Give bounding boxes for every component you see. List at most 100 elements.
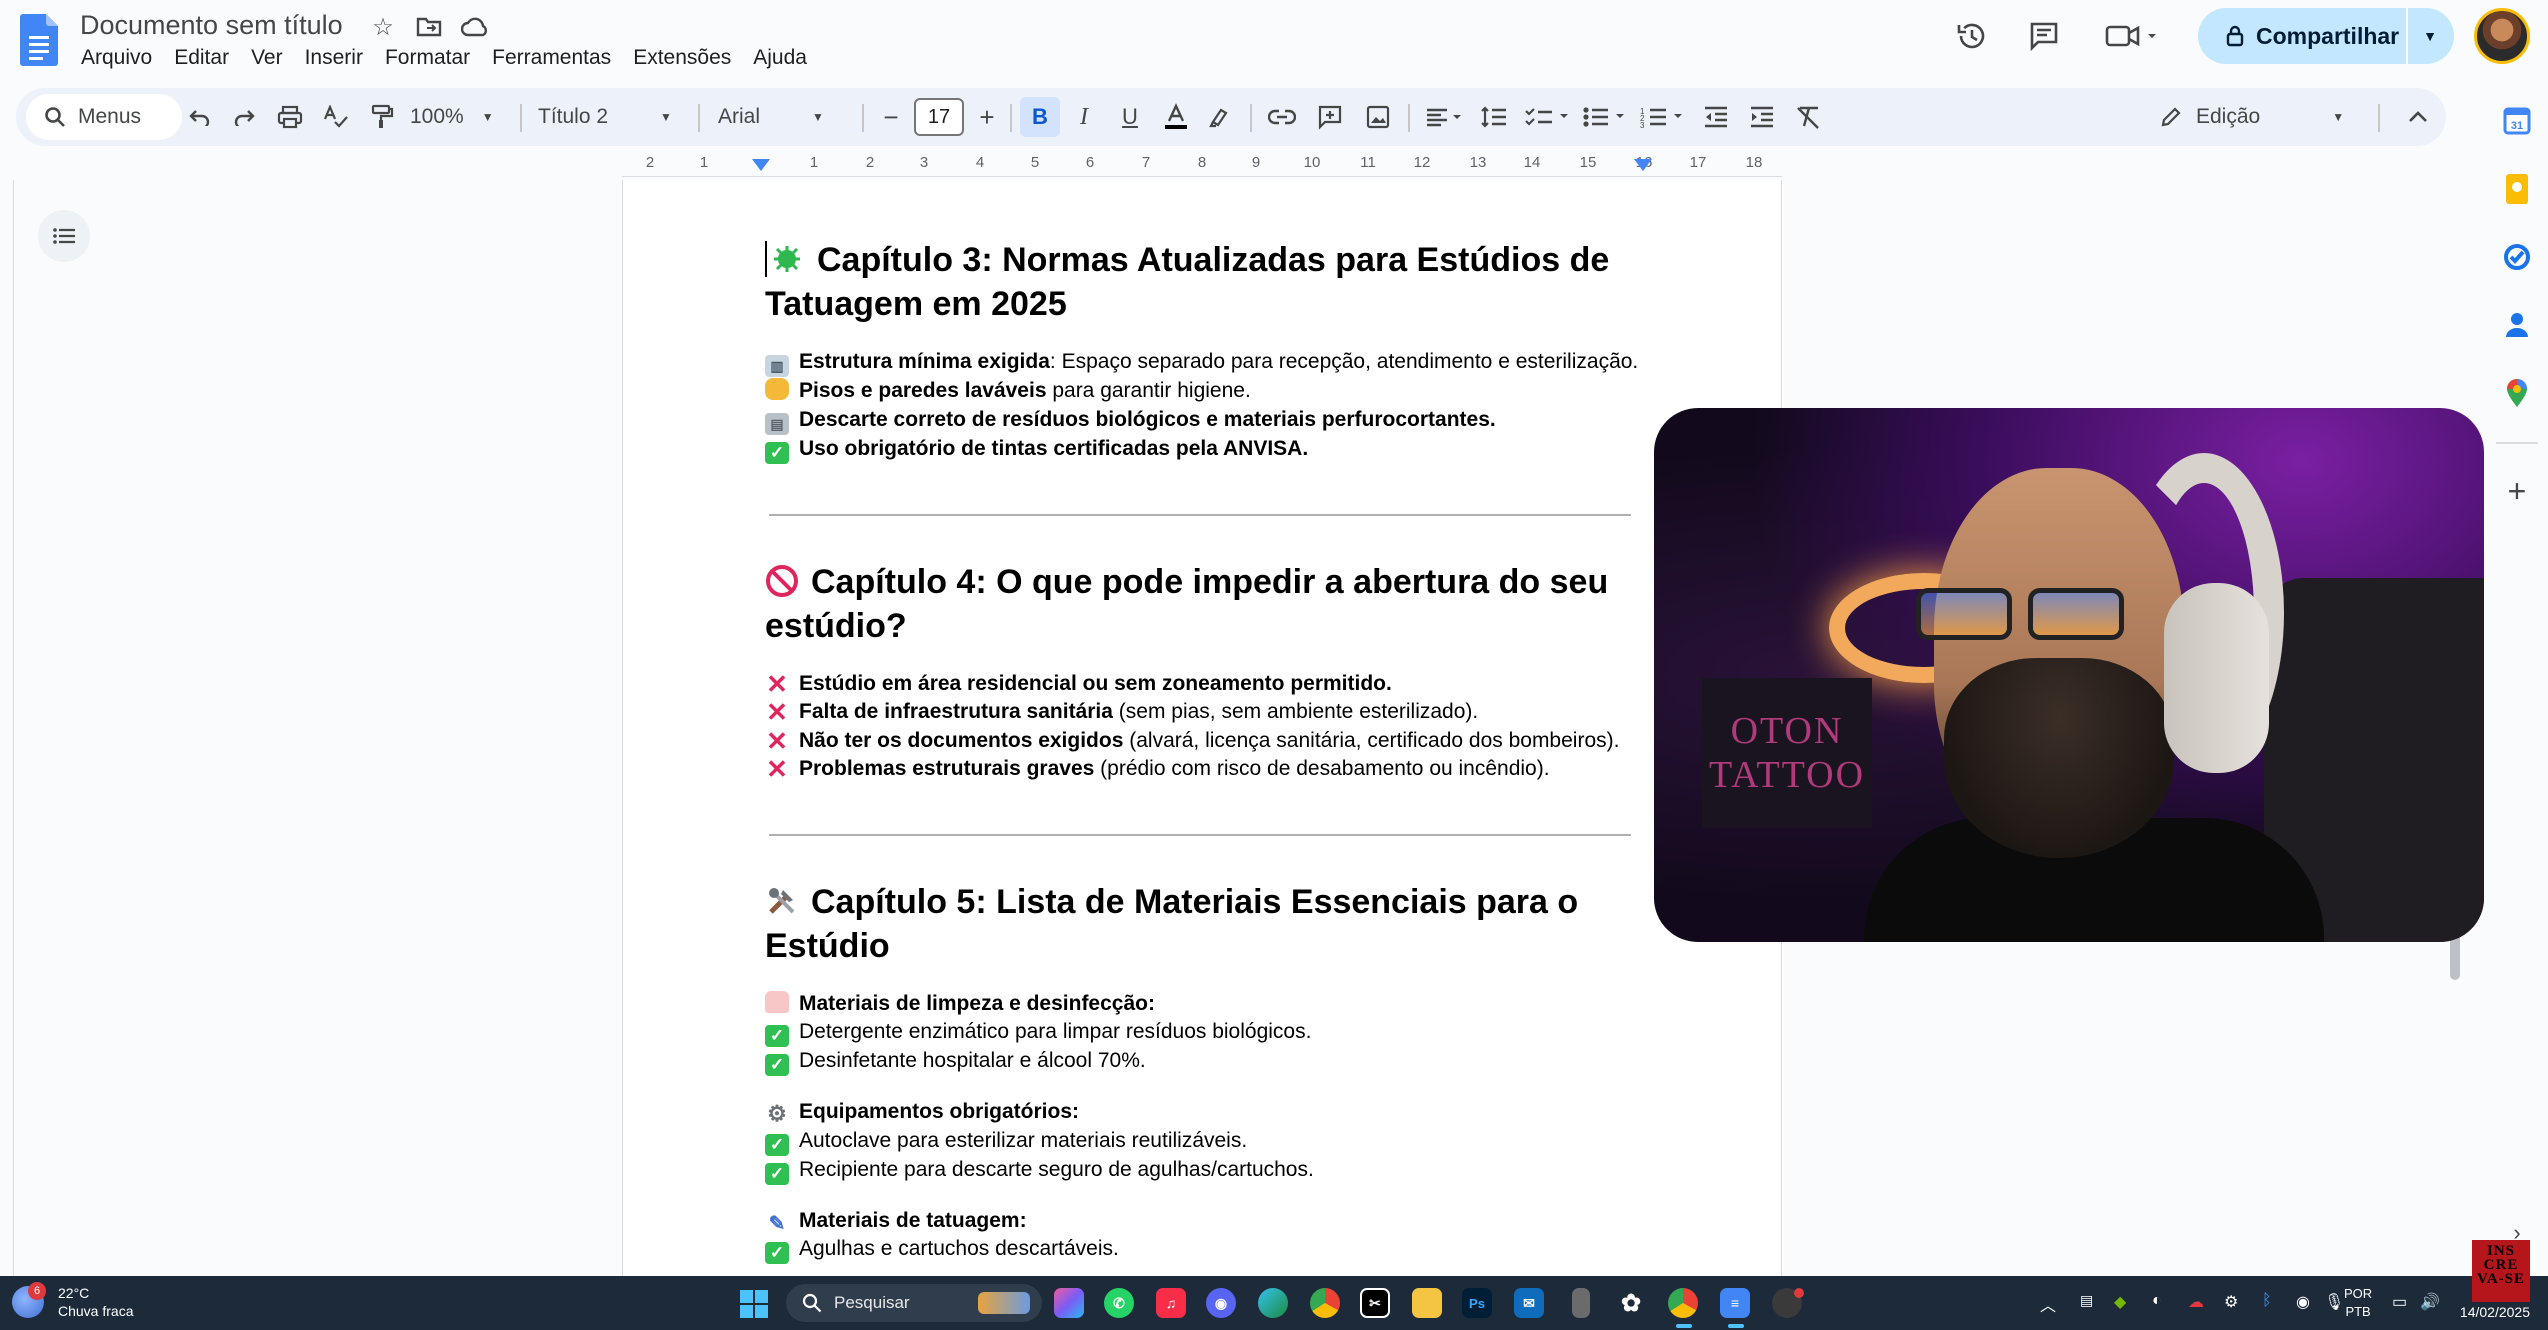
ch3-item[interactable]: Pisos e paredes laváveis para garantir h… bbox=[765, 377, 1645, 406]
chatgpt-icon[interactable]: ✿ bbox=[1616, 1288, 1646, 1318]
weather-widget[interactable]: 6 22°C Chuva fraca bbox=[12, 1282, 133, 1320]
ch4-item[interactable]: ✕ Problemas estruturais graves (prédio co… bbox=[765, 755, 1645, 784]
menu-arquivo[interactable]: Arquivo bbox=[70, 46, 163, 70]
display-icon[interactable]: ▭ bbox=[2392, 1292, 2407, 1312]
ch5-group-title[interactable]: ✎ Materiais de tatuagem: bbox=[765, 1207, 1645, 1236]
ch4-item[interactable]: ✕ Não ter os documentos exigidos (alvará,… bbox=[765, 727, 1645, 756]
align-icon[interactable] bbox=[1420, 97, 1470, 137]
whatsapp-icon[interactable]: ✆ bbox=[1104, 1288, 1134, 1318]
star-icon[interactable]: ☆ bbox=[368, 12, 398, 42]
print-icon[interactable] bbox=[270, 97, 310, 137]
mail-icon[interactable]: ✉ bbox=[1514, 1288, 1544, 1318]
file-explorer-icon[interactable] bbox=[1412, 1288, 1442, 1318]
menu-ver[interactable]: Ver bbox=[240, 46, 294, 70]
collapse-toolbar-icon[interactable] bbox=[2400, 97, 2436, 137]
volume-icon[interactable]: 🔊 bbox=[2420, 1292, 2440, 1312]
vertical-ruler[interactable] bbox=[0, 180, 14, 1276]
checklist-icon[interactable] bbox=[1520, 97, 1576, 137]
document-page[interactable]: Capítulo 3: Normas Atualizadas para Estú… bbox=[622, 180, 1782, 1276]
ch4-item[interactable]: ✕ Falta de infraestrutura sanitária (sem … bbox=[765, 698, 1645, 727]
nvidia-icon[interactable]: ◆ bbox=[2114, 1292, 2126, 1312]
underline-button[interactable]: U bbox=[1112, 97, 1148, 137]
tray-app-icon[interactable]: ▤ bbox=[2080, 1292, 2093, 1309]
bold-button[interactable]: B bbox=[1020, 97, 1060, 137]
font-select[interactable]: Arial ▼ bbox=[718, 97, 824, 137]
chrome-profile-icon[interactable] bbox=[1668, 1288, 1698, 1318]
bulleted-list-icon[interactable] bbox=[1578, 97, 1634, 137]
tray-app-icon[interactable]: ◐ bbox=[2152, 1292, 2162, 1310]
capcut-icon[interactable]: ✂ bbox=[1360, 1288, 1390, 1318]
tray-app-icon[interactable]: ◉ bbox=[2296, 1292, 2310, 1312]
language-indicator[interactable]: POR PTB bbox=[2344, 1285, 2372, 1321]
document-outline-button[interactable] bbox=[38, 210, 90, 262]
music-icon[interactable]: ♫ bbox=[1156, 1288, 1186, 1318]
ch5-item[interactable]: ✓ Agulhas e cartuchos descartáveis. bbox=[765, 1235, 1645, 1264]
font-size-input[interactable]: 17 bbox=[914, 98, 964, 136]
spellcheck-icon[interactable] bbox=[316, 97, 356, 137]
ch5-group-title[interactable]: Materiais de limpeza e desinfecção: bbox=[765, 990, 1645, 1019]
move-folder-icon[interactable] bbox=[414, 12, 444, 42]
add-addon-icon[interactable]: + bbox=[2500, 473, 2534, 509]
share-dropdown-icon[interactable]: ▼ bbox=[2408, 28, 2452, 44]
ch4-item[interactable]: ✕ Estúdio em área residencial ou sem zone… bbox=[765, 670, 1645, 699]
photoshop-icon[interactable]: Ps bbox=[1462, 1288, 1492, 1318]
tray-app-icon[interactable]: ☁ bbox=[2188, 1292, 2204, 1312]
editing-mode-select[interactable]: Edição ▼ bbox=[2160, 97, 2344, 137]
highlight-icon[interactable] bbox=[1202, 97, 1238, 137]
google-docs-logo[interactable] bbox=[20, 14, 58, 66]
microphone-icon[interactable]: 🎙 bbox=[2324, 1292, 2344, 1312]
avatar[interactable] bbox=[2474, 8, 2530, 64]
document-body[interactable]: Capítulo 3: Normas Atualizadas para Estú… bbox=[765, 180, 1645, 1264]
version-history-icon[interactable] bbox=[1950, 14, 1994, 58]
share-main-button[interactable]: Compartilhar bbox=[2198, 8, 2408, 64]
usb-device-icon[interactable] bbox=[1572, 1288, 1590, 1318]
menu-extensoes[interactable]: Extensões bbox=[622, 46, 742, 70]
ch3-item[interactable]: ▥ Estrutura mínima exigida: Espaço separa… bbox=[765, 348, 1645, 377]
contacts-icon[interactable] bbox=[2500, 308, 2534, 342]
bluetooth-icon[interactable]: ᛒ bbox=[2262, 1292, 2272, 1310]
chapter-4-heading[interactable]: Capítulo 4: O que pode impedir a abertur… bbox=[765, 560, 1645, 648]
insert-image-icon[interactable] bbox=[1358, 97, 1398, 137]
horizontal-ruler[interactable]: 2 1 1 2 3 4 5 6 7 8 9 10 11 12 13 14 15 … bbox=[622, 152, 1782, 178]
share-button[interactable]: Compartilhar ▼ bbox=[2198, 8, 2454, 64]
left-indent-marker[interactable] bbox=[752, 159, 770, 171]
decrease-indent-icon[interactable] bbox=[1696, 97, 1736, 137]
italic-button[interactable]: I bbox=[1066, 97, 1102, 137]
edge-icon[interactable] bbox=[1258, 1288, 1288, 1318]
chapter-3-heading[interactable]: Capítulo 3: Normas Atualizadas para Estú… bbox=[765, 238, 1645, 326]
windows-start-icon[interactable] bbox=[740, 1290, 768, 1318]
line-spacing-icon[interactable] bbox=[1474, 97, 1514, 137]
style-select[interactable]: Título 2 ▼ bbox=[538, 97, 672, 137]
chapter-5-heading[interactable]: Capítulo 5: Lista de Materiais Essenciai… bbox=[765, 880, 1645, 968]
menu-formatar[interactable]: Formatar bbox=[374, 46, 481, 70]
tasks-icon[interactable] bbox=[2500, 240, 2534, 274]
numbered-list-icon[interactable]: 123 bbox=[1636, 97, 1692, 137]
decrease-font-size-button[interactable]: − bbox=[876, 97, 906, 137]
ch5-item[interactable]: ✓ Recipiente para descarte seguro de agul… bbox=[765, 1156, 1645, 1185]
cloud-status-icon[interactable] bbox=[460, 12, 490, 42]
ch5-item[interactable]: ✓ Detergente enzimático para limpar resíd… bbox=[765, 1018, 1645, 1047]
menu-ferramentas[interactable]: Ferramentas bbox=[481, 46, 622, 70]
undo-icon[interactable] bbox=[180, 97, 220, 137]
discord-icon[interactable]: ◉ bbox=[1206, 1288, 1236, 1318]
text-color-icon[interactable] bbox=[1158, 97, 1194, 137]
menu-editar[interactable]: Editar bbox=[163, 46, 240, 70]
taskbar-search[interactable]: Pesquisar bbox=[786, 1284, 1042, 1322]
menus-search[interactable]: Menus bbox=[26, 94, 182, 140]
paint-format-icon[interactable] bbox=[362, 97, 402, 137]
meet-icon[interactable] bbox=[2100, 14, 2166, 58]
calendar-icon[interactable]: 31 bbox=[2500, 104, 2534, 138]
copilot-icon[interactable] bbox=[1054, 1288, 1084, 1318]
increase-font-size-button[interactable]: + bbox=[972, 97, 1002, 137]
tray-overflow-icon[interactable]: ︿ bbox=[2040, 1292, 2056, 1316]
ch5-item[interactable]: ✓ Desinfetante hospitalar e álcool 70%. bbox=[765, 1047, 1645, 1076]
steam-icon[interactable]: ⚙ bbox=[2224, 1292, 2238, 1312]
link-icon[interactable] bbox=[1262, 97, 1302, 137]
google-docs-taskbar-icon[interactable]: ≡ bbox=[1720, 1288, 1750, 1318]
right-indent-marker[interactable] bbox=[1634, 159, 1652, 171]
maps-icon[interactable] bbox=[2500, 376, 2534, 410]
zoom-select[interactable]: 100% ▼ bbox=[410, 97, 494, 137]
menu-inserir[interactable]: Inserir bbox=[294, 46, 374, 70]
ch5-item[interactable]: ✓ Autoclave para esterilizar materiais re… bbox=[765, 1127, 1645, 1156]
increase-indent-icon[interactable] bbox=[1742, 97, 1782, 137]
